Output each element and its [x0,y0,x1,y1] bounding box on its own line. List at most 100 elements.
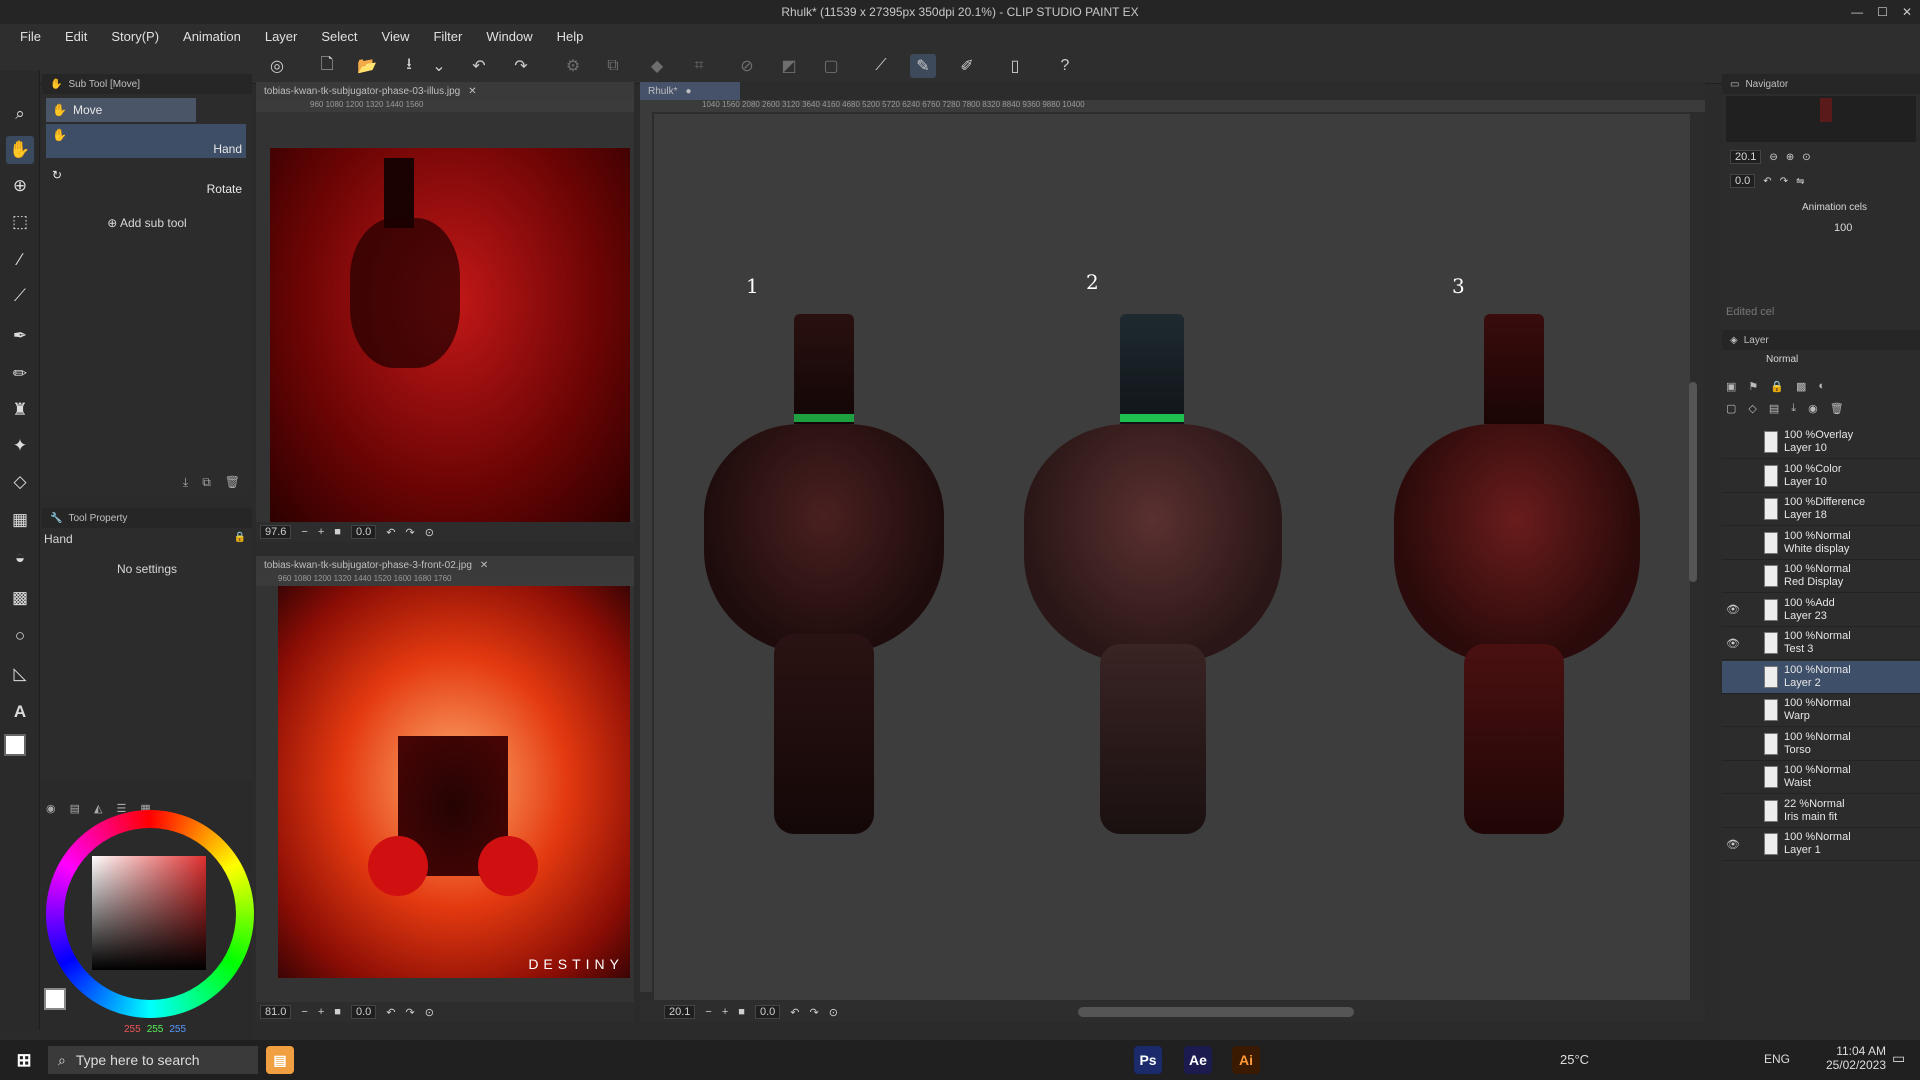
fill-icon[interactable]: ◆ [644,54,670,78]
canvas-surface[interactable]: 1 2 3 [654,114,1690,1000]
stop-icon[interactable]: ■ [334,1006,341,1018]
mask-add-icon[interactable]: ◉ [1808,402,1818,418]
menu-layer[interactable]: Layer [253,29,310,44]
zoom-in-icon[interactable]: + [318,526,324,538]
merge-icon[interactable]: ⤓ [1791,402,1796,418]
color-wheel-tab-icon[interactable]: ◉ [46,802,56,818]
blend-tool-icon[interactable]: ▦ [6,506,34,534]
layer-row[interactable]: 100 %Normal White display [1722,527,1920,560]
menu-window[interactable]: Window [474,29,544,44]
spinner-icon[interactable]: ⚙ [560,54,586,78]
add-subtool-button[interactable]: ⊕ Add sub tool [42,216,252,230]
rotate-right-icon[interactable]: ↷ [1780,176,1788,187]
menu-file[interactable]: File [8,29,53,44]
windows-start-icon[interactable]: ⊞ [10,1046,38,1074]
eyedropper-tool-icon[interactable]: ⟋ [6,282,34,310]
decoration-tool-icon[interactable]: ✦ [6,432,34,460]
gradient-tool-icon[interactable]: ▩ [6,584,34,612]
zoom-tool-icon[interactable]: ⌕ [6,100,34,128]
close-icon[interactable]: ● [685,86,691,97]
maximize-button[interactable]: ☐ [1877,5,1888,19]
lock-icon[interactable]: 🔒 [234,532,246,543]
taskbar-app-ai[interactable]: Ai [1232,1046,1260,1074]
selection-border-icon[interactable]: ▢ [818,54,844,78]
flip-icon[interactable]: ⇋ [1796,176,1804,187]
eye-icon[interactable]: 👁 [1722,603,1744,616]
undo-icon[interactable]: ↶ [466,54,492,78]
chevron-down-icon[interactable]: ⌄ [426,54,452,78]
menu-animation[interactable]: Animation [171,29,253,44]
close-icon[interactable]: ✕ [468,86,476,97]
intermediate-color-tab-icon[interactable]: ◭ [94,802,102,818]
minimize-button[interactable]: — [1851,5,1863,19]
layer-row[interactable]: 100 %Normal Red Display [1722,560,1920,593]
stop-icon[interactable]: ■ [738,1006,745,1018]
figure-tool-icon[interactable]: ○ [6,622,34,650]
invert-selection-icon[interactable]: ◩ [776,54,802,78]
ref1-zoom[interactable]: 97.6 [260,525,292,539]
main-color-swatch[interactable] [4,734,26,756]
trash-icon[interactable]: 🗑 [225,475,240,490]
pencil-tool-icon[interactable]: ✏ [6,360,34,388]
zoom-out-icon[interactable]: − [705,1006,711,1018]
mask-icon[interactable]: ◐ [1818,380,1825,396]
taskbar-app-ps[interactable]: Ps [1134,1046,1162,1074]
ruler-snap-icon[interactable]: ⟋ [868,54,894,78]
canvas-vertical-scrollbar[interactable] [1689,382,1697,582]
layer-row[interactable]: 100 %Normal Waist [1722,761,1920,794]
canvas-tab[interactable]: Rhulk* ● [640,82,740,100]
menu-filter[interactable]: Filter [421,29,474,44]
cel-opacity[interactable]: 100 [1834,222,1852,234]
redo-icon[interactable]: ↷ [508,54,534,78]
brush-tool-icon[interactable]: ∕ [6,246,34,274]
help-icon[interactable]: ? [1052,54,1078,78]
canvas-angle[interactable]: 0.0 [754,1005,781,1019]
close-button[interactable]: ✕ [1902,5,1912,19]
subtool-group-move[interactable]: ✋ Move [46,98,196,122]
close-icon[interactable]: ✕ [480,560,488,571]
clip-icon[interactable]: ▣ [1726,380,1736,396]
eraser-tool-icon[interactable]: ◇ [6,468,34,496]
rotate-left-icon[interactable]: ↶ [790,1006,799,1019]
notification-icon[interactable]: ▭ [1892,1050,1905,1067]
transform-icon[interactable]: ⧉ [600,54,626,78]
taskbar-app-icon[interactable]: ▤ [266,1046,294,1074]
blend-mode-select[interactable]: Normal [1766,354,1798,365]
zoom-out-icon[interactable]: − [301,1006,307,1018]
reset-icon[interactable]: ⊙ [829,1006,838,1019]
new-folder-icon[interactable]: ▤ [1769,402,1779,418]
rotate-left-icon[interactable]: ↶ [1763,176,1771,187]
weather-temp[interactable]: 25°C [1560,1052,1589,1067]
layer-row[interactable]: 👁 100 %Add Layer 23 [1722,594,1920,627]
zoom-in-icon[interactable]: + [318,1006,324,1018]
reset-icon[interactable]: ⊙ [425,1006,434,1019]
clip-studio-icon[interactable]: ◎ [264,54,290,78]
navigator-angle[interactable]: 0.0 [1730,174,1756,188]
trash-icon[interactable]: 🗑 [1830,402,1844,418]
saturation-value-square[interactable] [92,856,206,970]
menu-story[interactable]: Story(P) [99,29,171,44]
pen-tool-icon[interactable]: ✒ [6,322,34,350]
layer-row[interactable]: 100 %Overlay Layer 10 [1722,426,1920,459]
new-vector-layer-icon[interactable]: ◇ [1748,402,1756,418]
layer-row[interactable]: 👁 100 %Normal Test 3 [1722,627,1920,660]
taskbar-app-ae[interactable]: Ae [1184,1046,1212,1074]
fit-icon[interactable]: ⊙ [1802,152,1810,163]
current-color-swatch[interactable] [44,988,66,1010]
clear-selection-icon[interactable]: ⊘ [734,54,760,78]
subtool-rotate[interactable]: ↻ Rotate [46,166,246,200]
clock[interactable]: 11:04 AM 25/02/2023 [1816,1044,1886,1072]
ref2-tab[interactable]: tobias-kwan-tk-subjugator-phase-3-front-… [256,556,634,574]
taskbar-search[interactable]: ⌕ Type here to search [48,1046,258,1074]
reset-icon[interactable]: ⊙ [425,526,434,539]
reference-layer-icon[interactable]: ⚑ [1748,380,1758,396]
hand-tool-icon[interactable]: ✋ [6,136,34,164]
subtool-hand[interactable]: ✋ Hand [46,124,246,158]
zoom-in-icon[interactable]: + [722,1006,728,1018]
layer-row[interactable]: 100 %Color Layer 10 [1722,460,1920,493]
ref2-zoom[interactable]: 81.0 [260,1005,292,1019]
menu-edit[interactable]: Edit [53,29,99,44]
layer-row[interactable]: 100 %Normal Torso [1722,728,1920,761]
copy-icon[interactable]: ⧉ [202,475,211,490]
frame-tool-icon[interactable]: ◺ [6,660,34,688]
